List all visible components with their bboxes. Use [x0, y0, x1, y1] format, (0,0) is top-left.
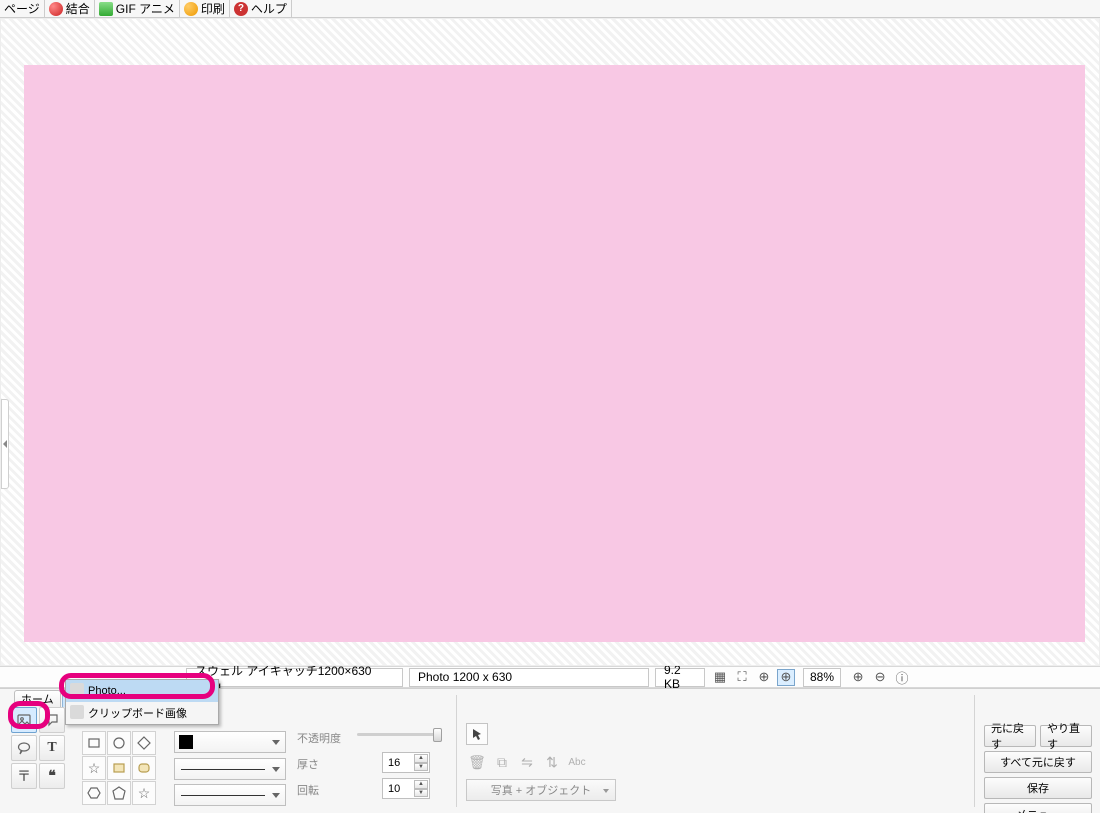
quote-tool[interactable]: ❝	[39, 763, 65, 789]
status-dimensions: Photo 1200 x 630	[409, 668, 649, 687]
shape-star[interactable]: ☆	[82, 756, 106, 780]
bubble-tool[interactable]	[11, 735, 37, 761]
zoom-fit-icon[interactable]: ⊕	[777, 669, 795, 686]
bottom-panel: ホーム Photo... クリップボード画像 T 〒 ❝ ☆	[0, 688, 1100, 813]
redo-button[interactable]: やり直す	[1040, 725, 1092, 747]
color-picker[interactable]	[174, 731, 286, 753]
undo-all-button[interactable]: すべて元に戻す	[984, 751, 1092, 773]
rect-icon	[87, 736, 101, 750]
zoom-actual-icon[interactable]: ⊕	[755, 669, 773, 686]
shape-hexagon[interactable]	[82, 781, 106, 805]
rotation-value: 10	[388, 783, 400, 795]
color-swatch	[179, 735, 193, 749]
zoom-out-icon[interactable]: ⊖	[871, 669, 889, 686]
select-tool[interactable]	[466, 723, 488, 745]
spin-up-icon[interactable]: ▲	[414, 780, 428, 789]
slider-thumb[interactable]	[433, 728, 442, 742]
help-label: ヘルプ	[251, 0, 287, 17]
shape-circle[interactable]	[107, 731, 131, 755]
fit-icon[interactable]: ⛶	[733, 669, 751, 686]
print-label: 印刷	[201, 0, 225, 17]
status-filesize: 9.2 KB	[655, 668, 705, 687]
save-button[interactable]: 保存	[984, 777, 1092, 799]
layer-combo[interactable]: 写真 + オブジェクト	[466, 779, 616, 801]
toolbar-join[interactable]: 結合	[45, 0, 95, 17]
zoom-in-icon[interactable]: ⊕	[849, 669, 867, 686]
delete-icon[interactable]: 🗑	[466, 751, 488, 773]
canvas[interactable]	[24, 65, 1085, 642]
popup-photo[interactable]: Photo...	[66, 680, 218, 702]
image-tool[interactable]	[11, 707, 37, 733]
menu-button[interactable]: メニュー	[984, 803, 1092, 813]
undo-button[interactable]: 元に戻す	[984, 725, 1036, 747]
vtext-tool[interactable]: 〒	[11, 763, 37, 789]
grid-icon[interactable]: ▦	[711, 669, 729, 686]
zoom-value: 88%	[803, 668, 841, 687]
tool-modes: T 〒 ❝	[11, 707, 67, 791]
roundrect-icon	[137, 761, 151, 775]
group-icon[interactable]: Abc	[566, 751, 588, 773]
rotation-label: 回転	[297, 782, 319, 798]
cursor-icon	[470, 727, 484, 741]
bubble-icon	[17, 741, 31, 755]
thickness-input[interactable]: 16 ▲▼	[382, 752, 430, 773]
text-tool[interactable]: T	[39, 735, 65, 761]
shape-rect[interactable]	[82, 731, 106, 755]
view-icons: ▦ ⛶ ⊕ ⊕ 88% ⊕ ⊖ ⓘ	[711, 668, 911, 687]
toolbar-print[interactable]: 印刷	[180, 0, 230, 17]
thickness-label: 厚さ	[297, 756, 319, 772]
penta-icon	[112, 786, 126, 800]
shape-star2[interactable]: ☆	[132, 781, 156, 805]
separator	[974, 695, 975, 807]
rotation-input[interactable]: 10 ▲▼	[382, 778, 430, 799]
spin-up-icon[interactable]: ▲	[414, 754, 428, 763]
shape-diamond[interactable]	[132, 731, 156, 755]
copy-icon[interactable]: ⧉	[491, 751, 513, 773]
circle-icon	[112, 736, 126, 750]
fillrect-icon	[112, 761, 126, 775]
toolbar-help[interactable]: ?ヘルプ	[230, 0, 292, 17]
shape-roundrect[interactable]	[132, 756, 156, 780]
line-end-picker[interactable]	[174, 784, 286, 806]
top-toolbar: ページ 結合 GIF アニメ 印刷 ?ヘルプ	[0, 0, 1100, 18]
shape-pentagon[interactable]	[107, 781, 131, 805]
page-label: ページ	[4, 0, 40, 17]
canvas-area	[0, 18, 1100, 666]
shape-fillrect[interactable]	[107, 756, 131, 780]
gif-icon	[99, 2, 113, 16]
diamond-icon	[137, 736, 151, 750]
flip-v-icon[interactable]: ⇅	[541, 751, 563, 773]
tab-home[interactable]: ホーム	[14, 690, 61, 707]
gif-label: GIF アニメ	[116, 0, 175, 17]
join-icon	[49, 2, 63, 16]
spin-down-icon[interactable]: ▼	[414, 763, 428, 772]
print-icon	[184, 2, 198, 16]
spin-down-icon[interactable]: ▼	[414, 789, 428, 798]
shape-palette: ☆ ☆	[82, 731, 156, 806]
toolbar-page[interactable]: ページ	[0, 0, 45, 17]
toolbar-gif[interactable]: GIF アニメ	[95, 0, 180, 17]
thickness-value: 16	[388, 757, 400, 769]
line-style-picker[interactable]	[174, 758, 286, 780]
insert-popup: Photo... クリップボード画像	[65, 679, 219, 725]
hex-icon	[87, 786, 101, 800]
image-icon	[17, 713, 31, 727]
opacity-label: 不透明度	[297, 730, 341, 746]
popup-clipboard[interactable]: クリップボード画像	[66, 702, 218, 724]
opacity-slider[interactable]	[357, 727, 442, 743]
info-icon[interactable]: ⓘ	[893, 669, 911, 686]
speech-tool[interactable]	[39, 707, 65, 733]
help-icon: ?	[234, 2, 248, 16]
separator	[456, 695, 457, 807]
flip-h-icon[interactable]: ⇋	[516, 751, 538, 773]
join-label: 結合	[66, 0, 90, 17]
transform-tools: 🗑 ⧉ ⇋ ⇅ Abc	[466, 751, 588, 773]
action-buttons: 元に戻す やり直す すべて元に戻す 保存 メニュー	[984, 725, 1092, 813]
left-panel-handle[interactable]	[1, 399, 9, 489]
speech-icon	[45, 713, 59, 727]
